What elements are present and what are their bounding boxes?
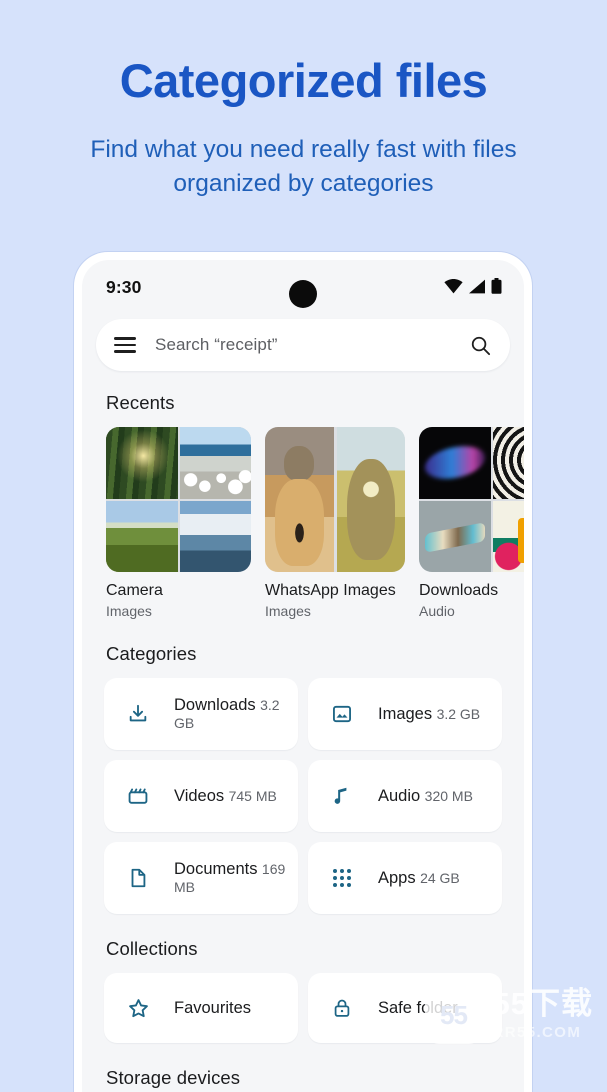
collection-safe-folder[interactable]: Safe folder	[308, 973, 502, 1043]
category-label: Documents	[174, 859, 258, 878]
phone-screen: 9:30 Search “receipt” Recents Camera Ima…	[82, 260, 524, 1092]
music-note-icon	[328, 782, 356, 810]
storage-devices-section-title: Storage devices	[106, 1067, 241, 1088]
photo-tile	[492, 500, 524, 572]
category-size: 3.2 GB	[436, 705, 481, 722]
recent-thumbnail	[106, 427, 251, 572]
photo-tile	[492, 427, 524, 499]
category-label: Downloads	[174, 695, 256, 714]
category-label: Audio	[378, 786, 421, 805]
category-apps[interactable]: Apps 24 GB	[308, 842, 502, 914]
promo-header: Categorized files Find what you need rea…	[0, 0, 607, 201]
recent-thumbnail	[265, 427, 405, 572]
search-bar[interactable]: Search “receipt”	[96, 319, 510, 371]
category-label: Apps	[378, 868, 416, 887]
photo-tile	[265, 427, 334, 572]
status-time: 9:30	[106, 277, 142, 297]
category-documents[interactable]: Documents 169 MB	[104, 842, 298, 914]
recent-thumbnail	[419, 427, 524, 572]
page-subtitle: Find what you need really fast with file…	[90, 135, 517, 198]
search-icon[interactable]	[469, 334, 492, 357]
wifi-icon	[444, 278, 463, 293]
collections-section-title: Collections	[106, 938, 198, 959]
recent-card-name: Downloads	[419, 582, 499, 599]
categories-section-title: Categories	[106, 643, 197, 664]
photo-tile	[179, 427, 251, 499]
recent-card-camera[interactable]: Camera Images	[106, 427, 251, 619]
cellular-signal-icon	[469, 279, 485, 293]
photo-tile	[179, 500, 251, 572]
recent-card-type: Images	[265, 603, 311, 619]
collection-favourites[interactable]: Favourites	[104, 973, 298, 1043]
status-icons	[444, 278, 502, 294]
recent-card-whatsapp-images[interactable]: WhatsApp Images Images	[265, 427, 405, 619]
category-size: 24 GB	[420, 869, 460, 886]
front-camera-punch-hole	[289, 280, 317, 308]
page-title: Categorized files	[119, 54, 488, 107]
category-size: 320 MB	[424, 787, 473, 804]
recent-card-name: WhatsApp Images	[265, 582, 396, 599]
category-size: 745 MB	[228, 787, 277, 804]
document-icon	[124, 864, 152, 892]
collections-grid: Favourites Safe folder	[82, 973, 524, 1043]
recent-card-name: Camera	[106, 582, 163, 599]
photo-tile	[419, 427, 491, 499]
category-audio[interactable]: Audio 320 MB	[308, 760, 502, 832]
category-label: Videos	[174, 786, 225, 805]
photo-tile	[106, 427, 178, 499]
recents-section-title: Recents	[106, 392, 175, 413]
photo-tile	[419, 500, 491, 572]
battery-icon	[491, 278, 502, 294]
collection-label: Favourites	[174, 998, 252, 1017]
star-icon	[124, 994, 152, 1022]
download-icon	[124, 700, 152, 728]
phone-mockup: 9:30 Search “receipt” Recents Camera Ima…	[74, 252, 532, 1092]
photo-tile	[106, 500, 178, 572]
lock-icon	[328, 994, 356, 1022]
category-videos[interactable]: Videos 745 MB	[104, 760, 298, 832]
apps-grid-icon	[328, 864, 356, 892]
recent-card-downloads[interactable]: Downloads Audio	[419, 427, 524, 619]
recent-card-type: Images	[106, 603, 152, 619]
category-label: Images	[378, 704, 433, 723]
video-clapperboard-icon	[124, 782, 152, 810]
recent-card-type: Audio	[419, 603, 455, 619]
category-downloads[interactable]: Downloads 3.2 GB	[104, 678, 298, 750]
photo-tile	[336, 427, 405, 572]
collection-label: Safe folder	[378, 998, 458, 1017]
category-images[interactable]: Images 3.2 GB	[308, 678, 502, 750]
status-bar: 9:30	[82, 260, 524, 314]
search-input[interactable]: Search “receipt”	[155, 335, 469, 355]
recents-row[interactable]: Camera Images WhatsApp Images Images Dow…	[82, 427, 524, 619]
image-icon	[328, 700, 356, 728]
categories-grid: Downloads 3.2 GB Images 3.2 GB Videos 74…	[82, 678, 524, 914]
hamburger-menu-icon[interactable]	[114, 337, 136, 353]
